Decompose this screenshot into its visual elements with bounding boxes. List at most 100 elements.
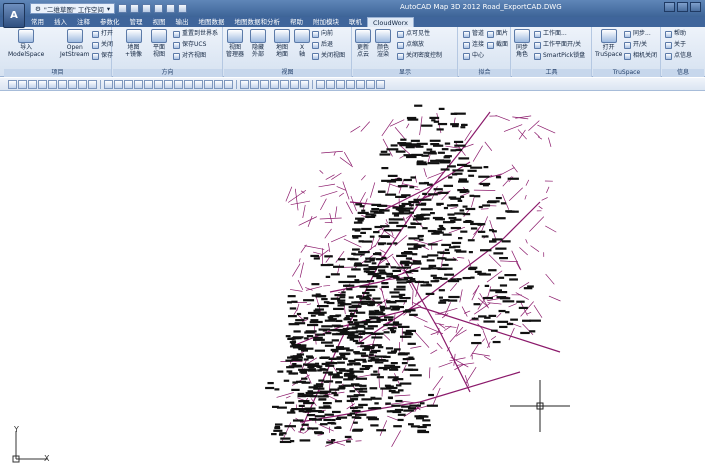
backward-button[interactable]: 后退 <box>312 41 333 49</box>
toolbar-tool-icon[interactable] <box>144 79 153 89</box>
tab-3[interactable]: 参数化 <box>95 17 125 27</box>
save-ucs-button[interactable]: 保存UCS <box>173 41 206 49</box>
toolbar-tool-icon[interactable] <box>154 79 163 89</box>
toolbar-tool-icon[interactable] <box>174 79 183 89</box>
truspace-toggle-button[interactable]: 开/关 <box>624 41 647 49</box>
map-mirror-button[interactable]: 地图 +镜像 <box>125 29 142 58</box>
toolbar-tool-icon[interactable] <box>316 79 325 89</box>
face-button[interactable]: 面片 <box>487 30 508 38</box>
panel-title-project[interactable]: 项目 <box>4 69 111 77</box>
forward-button[interactable]: 向前 <box>312 30 333 38</box>
toolbar-tool-icon[interactable] <box>88 79 97 89</box>
point-info-button[interactable]: 点信息 <box>665 52 692 60</box>
open-truspace-button[interactable]: 打开 TruSpace <box>595 29 622 58</box>
toolbar-tool-icon[interactable] <box>214 79 223 89</box>
toolbar-tool-icon[interactable] <box>224 79 233 89</box>
toolbar-tool-icon[interactable] <box>114 79 123 89</box>
workplane-button[interactable]: 工作面... <box>534 30 567 38</box>
truspace-sync-button[interactable]: 同步... <box>624 30 651 38</box>
tab-6[interactable]: 输出 <box>171 17 194 27</box>
section-button[interactable]: 截面 <box>487 41 508 49</box>
print-icon[interactable] <box>154 4 164 13</box>
panel-title-tools[interactable]: 工具 <box>512 69 591 77</box>
tab-5[interactable]: 视图 <box>148 17 171 27</box>
view-manager-button[interactable]: 视图 管理器 <box>226 29 244 58</box>
panel-title-view[interactable]: 视图 <box>224 69 351 77</box>
align-view-button[interactable]: 对齐视图 <box>173 52 206 60</box>
tab-0[interactable]: 常用 <box>26 17 49 27</box>
x-axis-button[interactable]: X 轴 <box>294 29 310 58</box>
toolbar-tool-icon[interactable] <box>356 79 365 89</box>
toolbar-tool-icon[interactable] <box>28 79 37 89</box>
density-control-button[interactable]: 关闭密度控制 <box>397 52 442 60</box>
toolbar-tool-icon[interactable] <box>300 79 309 89</box>
cyclone-sync-button[interactable]: 同步 角色 <box>514 29 530 58</box>
toolbar-tool-icon[interactable] <box>260 79 269 89</box>
maximize-button[interactable] <box>677 2 688 12</box>
point-visibility-button[interactable]: 点可见性 <box>397 30 430 38</box>
undo-icon[interactable] <box>166 4 176 13</box>
minimize-button[interactable] <box>664 2 675 12</box>
application-menu-button[interactable]: A <box>3 3 25 28</box>
center-button[interactable]: 中心 <box>463 52 484 60</box>
close-button[interactable] <box>690 2 701 12</box>
workplane-toggle-button[interactable]: 工作平面开/关 <box>534 41 581 49</box>
toolbar-tool-icon[interactable] <box>38 79 47 89</box>
toolbar-tool-icon[interactable] <box>250 79 259 89</box>
toolbar-tool-icon[interactable] <box>58 79 67 89</box>
toolbar-tool-icon[interactable] <box>78 79 87 89</box>
panel-title-orientation[interactable]: 方向 <box>113 69 222 77</box>
tab-9[interactable]: 帮助 <box>285 17 308 27</box>
open-folder-icon[interactable] <box>130 4 140 13</box>
reset-world-button[interactable]: 重置到世界系 <box>173 30 218 38</box>
toolbar-tool-icon[interactable] <box>124 79 133 89</box>
toolbar-tool-icon[interactable] <box>164 79 173 89</box>
update-pointcloud-button[interactable]: 更新 点云 <box>355 29 371 58</box>
panel-title-display[interactable]: 显示 <box>353 69 457 77</box>
toolbar-tool-icon[interactable] <box>184 79 193 89</box>
toolbar-tool-icon[interactable] <box>18 79 27 89</box>
close-view-button[interactable]: 关闭视图 <box>312 52 345 60</box>
plane-view-button[interactable]: 平面 视图 <box>151 29 167 58</box>
toolbar-tool-icon[interactable] <box>48 79 57 89</box>
panel-title-truspace[interactable]: TruSpace <box>593 69 660 77</box>
save-project-button[interactable]: 保存 <box>92 52 113 60</box>
hide-external-button[interactable]: 隐藏 外部 <box>250 29 266 58</box>
workspace-select[interactable]: ⚙ "二维草图" 工作空间 ▾ <box>30 3 116 14</box>
panel-title-fit[interactable]: 拟合 <box>459 69 510 77</box>
tab-4[interactable]: 管理 <box>125 17 148 27</box>
toolbar-tool-icon[interactable] <box>280 79 289 89</box>
toolbar-tool-icon[interactable] <box>194 79 203 89</box>
camera-close-button[interactable]: 相机关闭 <box>624 52 657 60</box>
about-button[interactable]: 关于 <box>665 41 686 49</box>
smartpick-button[interactable]: SmartPick锁盘 <box>534 52 585 60</box>
toolbar-tool-icon[interactable] <box>204 79 213 89</box>
open-jetstream-button[interactable]: Open JetStream <box>60 29 90 58</box>
toolbar-tool-icon[interactable] <box>68 79 77 89</box>
new-file-icon[interactable] <box>118 4 128 13</box>
pipe-button[interactable]: 管道 <box>463 30 484 38</box>
tab-11[interactable]: 联机 <box>344 17 367 27</box>
import-modelspace-button[interactable]: 导入 ModelSpace <box>8 29 44 58</box>
close-project-button[interactable]: 关闭 <box>92 41 113 49</box>
toolbar-tool-icon[interactable] <box>366 79 375 89</box>
toolbar-tool-icon[interactable] <box>376 79 385 89</box>
tab-2[interactable]: 注释 <box>72 17 95 27</box>
redo-icon[interactable] <box>178 4 188 13</box>
open-button[interactable]: 打开 <box>92 30 113 38</box>
toolbar-tool-icon[interactable] <box>270 79 279 89</box>
toolbar-tool-icon[interactable] <box>346 79 355 89</box>
color-render-button[interactable]: 颜色 渲染 <box>375 29 391 58</box>
ground-view-button[interactable]: 地图 地面 <box>274 29 290 58</box>
drawing-canvas[interactable]: Y X <box>0 92 705 469</box>
tab-7[interactable]: 地图数据 <box>194 17 230 27</box>
point-zoom-button[interactable]: 点缩放 <box>397 41 424 49</box>
toolbar-tool-icon[interactable] <box>104 79 113 89</box>
save-icon[interactable] <box>142 4 152 13</box>
toolbar-tool-icon[interactable] <box>326 79 335 89</box>
tab-12[interactable]: CloudWorx <box>367 17 414 27</box>
toolbar-tool-icon[interactable] <box>8 79 17 89</box>
tab-8[interactable]: 地图数据和分析 <box>230 17 286 27</box>
toolbar-tool-icon[interactable] <box>134 79 143 89</box>
connect-button[interactable]: 连接 <box>463 41 484 49</box>
